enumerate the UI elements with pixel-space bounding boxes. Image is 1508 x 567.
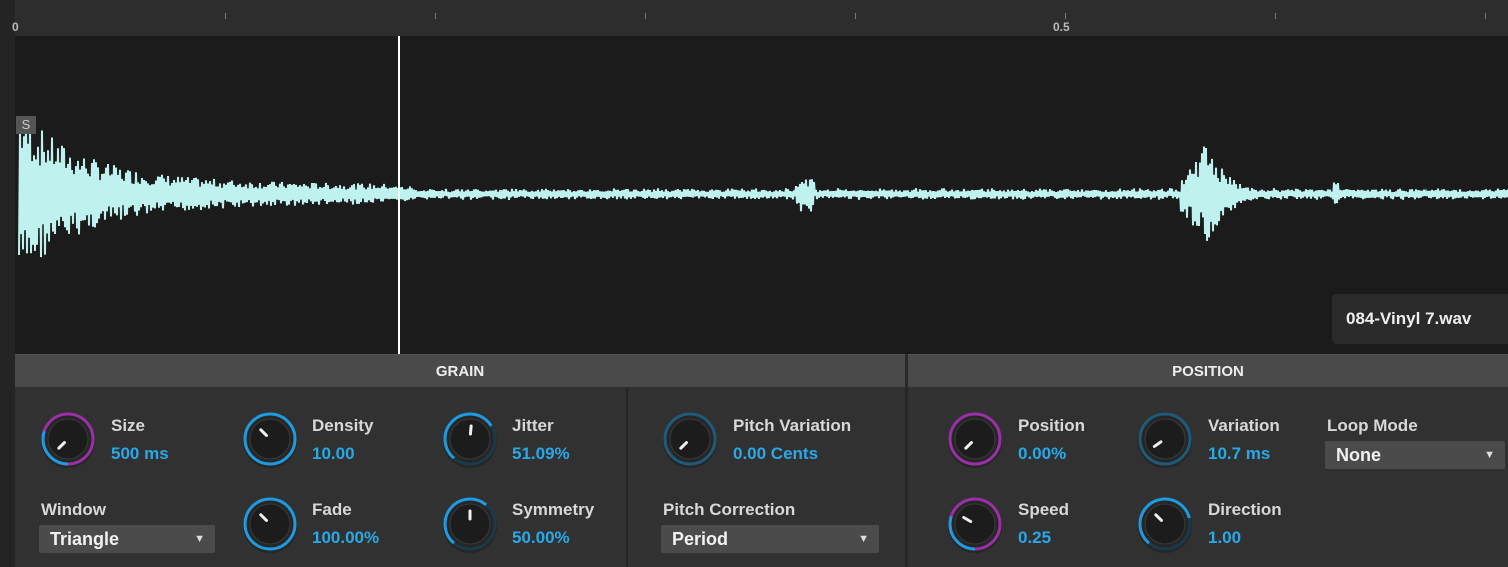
waveform-display[interactable] — [15, 36, 1508, 354]
ruler-label-start: 0 — [12, 20, 19, 34]
section-divider — [905, 387, 908, 567]
chevron-down-icon: ▼ — [858, 533, 869, 545]
ruler-tick — [855, 13, 856, 19]
variation-knob[interactable] — [1135, 409, 1195, 469]
size-knob[interactable] — [38, 409, 98, 469]
jitter-value: 51.09% — [512, 444, 570, 463]
position-section-header: POSITION — [908, 354, 1508, 388]
position-knob[interactable] — [945, 409, 1005, 469]
speed-label: Speed — [1018, 500, 1070, 519]
waveform-graphic — [18, 36, 1508, 354]
window-dropdown[interactable]: Triangle ▼ — [39, 525, 215, 553]
file-name-badge: 084-Vinyl 7.wav — [1332, 294, 1508, 344]
speed-value: 0.25 — [1018, 528, 1052, 547]
waveform-trace — [18, 119, 1508, 258]
ruler-tick — [1275, 13, 1276, 19]
pitch-variation-knob[interactable] — [660, 409, 720, 469]
ruler-tick — [1065, 13, 1066, 19]
start-marker-badge[interactable]: S — [16, 116, 36, 134]
window-label: Window — [41, 500, 106, 519]
pitch-correction-label: Pitch Correction — [663, 500, 796, 519]
ruler-tick — [645, 13, 646, 19]
grain-panel-divider — [626, 387, 628, 567]
loop-mode-label: Loop Mode — [1327, 416, 1418, 435]
window-dropdown-value: Triangle — [50, 529, 120, 549]
direction-knob[interactable] — [1135, 494, 1195, 554]
size-label: Size — [111, 416, 146, 435]
chevron-down-icon: ▼ — [194, 533, 205, 545]
pitch-correction-dropdown-value: Period — [672, 529, 729, 549]
direction-value: 1.00 — [1208, 528, 1242, 547]
fade-label: Fade — [312, 500, 352, 519]
density-label: Density — [312, 416, 374, 435]
pitch-variation-value: 0.00 Cents — [733, 444, 819, 463]
jitter-knob[interactable] — [440, 409, 500, 469]
fade-knob[interactable] — [240, 494, 300, 554]
symmetry-value: 50.00% — [512, 528, 570, 547]
symmetry-label: Symmetry — [512, 500, 595, 519]
speed-knob[interactable] — [945, 494, 1005, 554]
fade-value: 100.00% — [312, 528, 380, 547]
time-ruler[interactable]: 0 0.5 — [12, 0, 1508, 37]
symmetry-knob[interactable] — [440, 494, 500, 554]
jitter-label: Jitter — [512, 416, 554, 435]
density-value: 10.00 — [312, 444, 355, 463]
density-knob[interactable] — [240, 409, 300, 469]
pitch-variation-label: Pitch Variation — [733, 416, 852, 435]
chevron-down-icon: ▼ — [1484, 449, 1495, 461]
ruler-tick — [1485, 13, 1486, 19]
pitch-correction-dropdown[interactable]: Period ▼ — [661, 525, 879, 553]
size-value: 500 ms — [111, 444, 169, 463]
loop-mode-dropdown[interactable]: None ▼ — [1325, 441, 1505, 469]
position-label: Position — [1018, 416, 1086, 435]
variation-label: Variation — [1208, 416, 1280, 435]
ruler-label-mid: 0.5 — [1053, 20, 1070, 34]
direction-label: Direction — [1208, 500, 1282, 519]
ruler-tick — [435, 13, 436, 19]
variation-value: 10.7 ms — [1208, 444, 1271, 463]
ruler-tick — [225, 13, 226, 19]
position-value: 0.00% — [1018, 444, 1067, 463]
loop-mode-dropdown-value: None — [1336, 445, 1381, 465]
grain-section-header: GRAIN — [15, 354, 905, 388]
left-edge-strip — [0, 0, 15, 567]
